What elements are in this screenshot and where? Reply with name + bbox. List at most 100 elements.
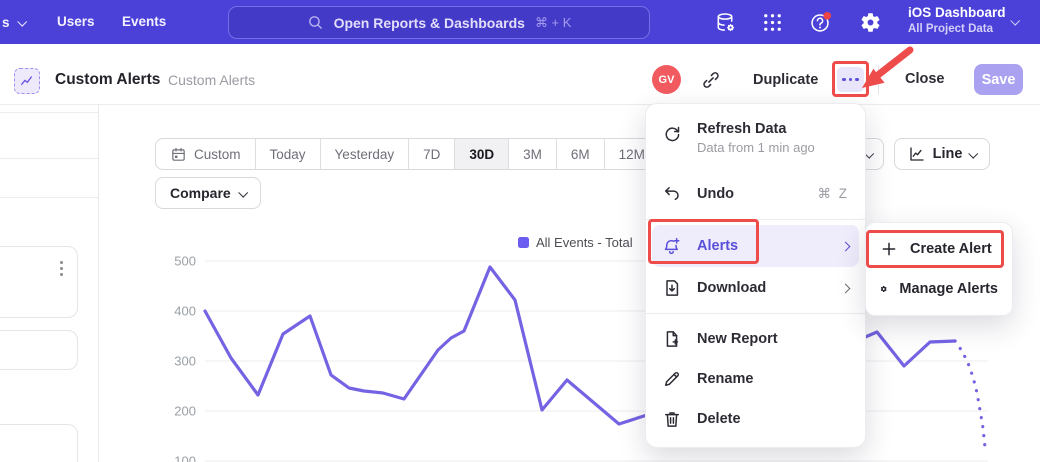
menu-item-refresh-data[interactable]: Refresh Data Data from 1 min ago xyxy=(646,114,865,173)
undo-label: Undo xyxy=(697,186,734,202)
svg-text:200: 200 xyxy=(174,404,196,419)
chart-type-button[interactable]: Line xyxy=(894,138,990,170)
undo-icon xyxy=(662,184,682,204)
gear-icon xyxy=(880,280,887,298)
legend-swatch xyxy=(518,237,529,248)
chevron-down-icon xyxy=(238,187,248,197)
download-label: Download xyxy=(697,280,766,296)
create-alert-label: Create Alert xyxy=(910,241,992,257)
chevron-down-icon xyxy=(17,16,27,26)
nav-item-boards-partial[interactable]: s xyxy=(0,0,25,44)
refresh-label: Refresh Data xyxy=(697,121,815,137)
panel-divider xyxy=(98,104,99,462)
close-button[interactable]: Close xyxy=(905,71,945,87)
nav-item-partial-label: s xyxy=(2,15,10,30)
project-name: iOS Dashboard xyxy=(908,5,1006,22)
date-range-custom[interactable]: Custom xyxy=(156,139,255,169)
duplicate-button[interactable]: Duplicate xyxy=(753,72,818,88)
panel-row-divider xyxy=(0,112,98,113)
date-range-30d-selected[interactable]: 30D xyxy=(454,139,508,169)
report-options-menu: Refresh Data Data from 1 min ago Undo ⌘ … xyxy=(645,103,866,448)
query-card[interactable] xyxy=(0,330,78,370)
help-icon[interactable] xyxy=(809,11,832,34)
menu-divider xyxy=(646,219,865,220)
chevron-right-icon xyxy=(841,241,851,251)
card-menu-kebab[interactable] xyxy=(60,261,63,276)
project-scope: All Project Data xyxy=(908,22,1006,36)
chevron-down-icon xyxy=(1010,16,1020,26)
project-switcher[interactable]: iOS Dashboard All Project Data xyxy=(908,5,1006,36)
report-type-icon xyxy=(14,68,40,94)
date-range-label: Custom xyxy=(194,147,241,162)
new-report-icon xyxy=(662,329,682,349)
undo-shortcut: ⌘ Z xyxy=(818,186,850,202)
query-card[interactable] xyxy=(0,424,78,462)
app-root: s Users Events Open Reports & Dashboards… xyxy=(0,0,1040,462)
svg-text:500: 500 xyxy=(174,254,196,269)
report-header: Custom Alerts Custom Alerts GV Duplicate… xyxy=(0,44,1040,105)
notification-dot xyxy=(823,12,831,20)
manage-alerts-label: Manage Alerts xyxy=(899,281,998,297)
download-icon xyxy=(662,278,682,298)
compare-button[interactable]: Compare xyxy=(155,177,261,209)
apps-grid-icon[interactable] xyxy=(761,11,784,34)
search-shortcut: ⌘ + K xyxy=(535,15,572,31)
alerts-submenu: Create Alert Manage Alerts xyxy=(865,222,1013,316)
chart-type-label: Line xyxy=(933,146,963,162)
more-options-button[interactable] xyxy=(837,67,864,92)
svg-text:300: 300 xyxy=(174,354,196,369)
date-range-7d[interactable]: 7D xyxy=(408,139,454,169)
pencil-icon xyxy=(662,369,682,389)
legend-label: All Events - Total xyxy=(536,235,633,250)
search-placeholder: Open Reports & Dashboards xyxy=(334,15,525,31)
panel-row-divider xyxy=(0,197,98,198)
menu-divider xyxy=(646,313,865,314)
menu-item-new-report[interactable]: New Report xyxy=(646,319,865,359)
header-divider xyxy=(878,65,879,94)
search-bar[interactable]: Open Reports & Dashboards ⌘ + K xyxy=(228,6,650,39)
refresh-subtext: Data from 1 min ago xyxy=(697,140,815,155)
query-card[interactable] xyxy=(0,246,78,318)
calendar-icon xyxy=(170,146,187,163)
page-title: Custom Alerts xyxy=(55,71,160,89)
date-range-6m[interactable]: 6M xyxy=(556,139,604,169)
new-report-label: New Report xyxy=(697,331,778,347)
rename-label: Rename xyxy=(697,371,753,387)
breadcrumb: Custom Alerts xyxy=(168,72,255,88)
save-button[interactable]: Save xyxy=(974,64,1023,95)
alerts-label: Alerts xyxy=(697,238,738,254)
trash-icon xyxy=(662,409,682,429)
date-range-picker: Custom Today Yesterday 7D 30D 3M 6M 12M xyxy=(155,138,660,170)
nav-item-users[interactable]: Users xyxy=(57,14,95,29)
submenu-item-manage-alerts[interactable]: Manage Alerts xyxy=(866,269,1012,309)
date-range-3m[interactable]: 3M xyxy=(508,139,556,169)
data-icon[interactable] xyxy=(714,11,737,34)
menu-item-download[interactable]: Download xyxy=(646,267,865,309)
ellipsis-icon xyxy=(842,78,845,81)
submenu-item-create-alert[interactable]: Create Alert xyxy=(866,229,1012,269)
chart-legend: All Events - Total xyxy=(518,235,633,250)
avatar[interactable]: GV xyxy=(652,65,681,94)
delete-label: Delete xyxy=(697,411,741,427)
copy-link-icon[interactable] xyxy=(701,70,721,90)
nav-item-events[interactable]: Events xyxy=(122,14,166,29)
svg-text:100: 100 xyxy=(174,454,196,462)
svg-text:400: 400 xyxy=(174,304,196,319)
gear-icon[interactable] xyxy=(859,11,882,34)
chevron-right-icon xyxy=(841,283,851,293)
menu-item-undo[interactable]: Undo ⌘ Z xyxy=(646,173,865,215)
date-range-today[interactable]: Today xyxy=(255,139,320,169)
alert-bell-icon xyxy=(662,236,682,256)
compare-label: Compare xyxy=(170,185,231,201)
menu-item-rename[interactable]: Rename xyxy=(646,359,865,399)
top-nav: s Users Events Open Reports & Dashboards… xyxy=(0,0,1040,44)
plus-icon xyxy=(880,240,898,258)
search-icon xyxy=(307,14,324,31)
panel-row-divider xyxy=(0,158,98,159)
menu-item-alerts[interactable]: Alerts xyxy=(652,225,859,267)
refresh-icon xyxy=(662,124,682,144)
chevron-down-icon xyxy=(969,148,979,158)
menu-item-delete[interactable]: Delete xyxy=(646,399,865,439)
date-range-yesterday[interactable]: Yesterday xyxy=(320,139,409,169)
line-chart-icon xyxy=(908,145,926,163)
